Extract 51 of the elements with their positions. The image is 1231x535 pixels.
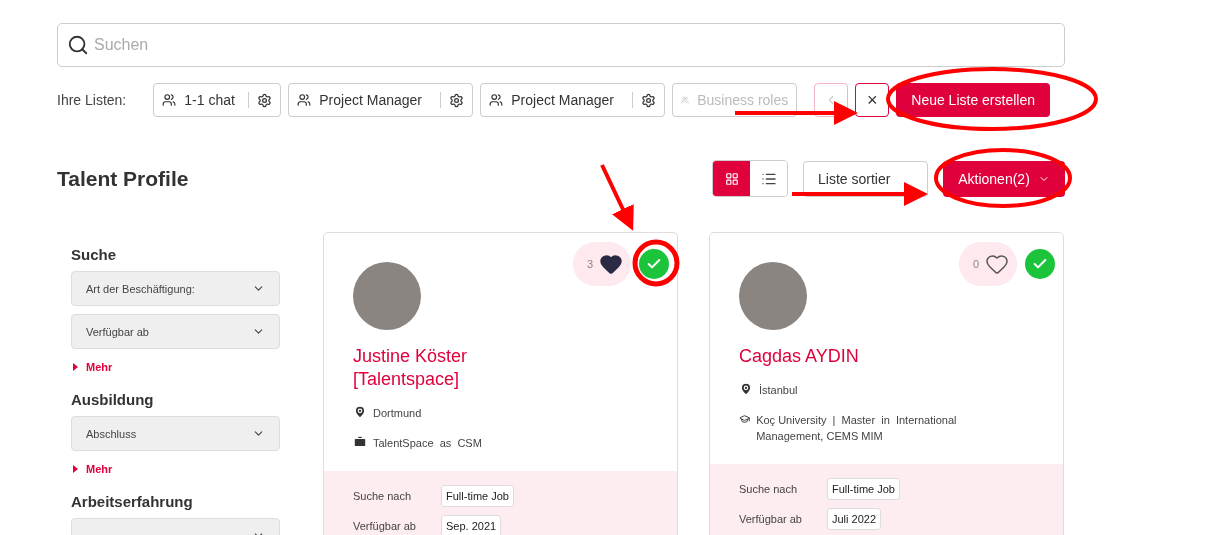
people-icon — [162, 93, 177, 107]
annotation-arrow — [600, 164, 634, 231]
profile-name[interactable]: Cagdas AYDIN — [739, 345, 889, 368]
list-chip[interactable]: Project Manager — [288, 83, 474, 117]
people-icon — [297, 93, 312, 107]
settings-icon[interactable] — [257, 92, 273, 108]
filter-dropdown[interactable]: Verfügbar ab — [71, 314, 280, 349]
filter-heading: Suche — [71, 246, 117, 263]
filter-heading: Ausbildung — [71, 391, 155, 408]
briefcase-icon — [353, 435, 367, 449]
field-value: Sep. 2021 — [441, 515, 502, 535]
select-check-button[interactable] — [1025, 249, 1055, 279]
profile-detail: İstanbul — [759, 383, 798, 398]
search-field[interactable]: Suchen — [57, 23, 1065, 67]
like-button[interactable]: 3 — [572, 242, 631, 286]
field-label: Verfügbar ab — [739, 513, 803, 525]
select-check-button[interactable] — [639, 249, 669, 279]
profile-detail: Koç University | Master in International Management, CEMS MIM — [756, 413, 958, 444]
field-value: Full-time Job — [441, 485, 514, 507]
field-value: Juli 2022 — [827, 508, 882, 530]
graduation-cap-icon — [739, 412, 751, 426]
grid-view-button[interactable] — [713, 161, 750, 196]
people-icon — [489, 93, 504, 107]
annotation-circle — [632, 239, 680, 287]
close-button[interactable]: × — [855, 83, 890, 117]
profile-detail: Dortmund — [373, 406, 422, 421]
filter-heading: Arbeitserfahrung — [71, 493, 194, 510]
profile-detail: TalentSpace as CSM — [373, 436, 482, 451]
people-icon — [681, 93, 690, 107]
more-toggle[interactable]: Mehr — [71, 459, 113, 479]
actions-button[interactable]: Aktionen(2) — [943, 160, 1065, 197]
profile-name[interactable]: Justine Köster [Talentspace] — [353, 345, 503, 391]
page-title: Talent Profile — [57, 166, 189, 191]
location-pin-icon — [739, 382, 753, 396]
like-button[interactable]: 0 — [958, 242, 1017, 286]
list-chip[interactable]: Project Manager — [480, 83, 666, 117]
list-chip[interactable]: 1-1 chat — [153, 83, 282, 117]
search-icon — [67, 34, 89, 56]
filter-dropdown[interactable]: Art der Beschäftigung: — [71, 271, 280, 306]
filter-dropdown[interactable]: Abschluss — [71, 416, 280, 451]
field-label: Verfügbar ab — [353, 520, 417, 532]
location-pin-icon — [353, 405, 367, 419]
more-toggle[interactable]: Mehr — [71, 357, 113, 377]
grid-icon — [724, 171, 739, 186]
settings-icon[interactable] — [449, 92, 465, 108]
field-value: Full-time Job — [827, 478, 900, 500]
lists-label: Ihre Listen: — [57, 92, 127, 108]
field-label: Suche nach — [353, 490, 413, 502]
field-label: Suche nach — [739, 483, 799, 495]
settings-icon[interactable] — [641, 92, 657, 108]
create-list-button[interactable]: Neue Liste erstellen — [896, 83, 1050, 117]
